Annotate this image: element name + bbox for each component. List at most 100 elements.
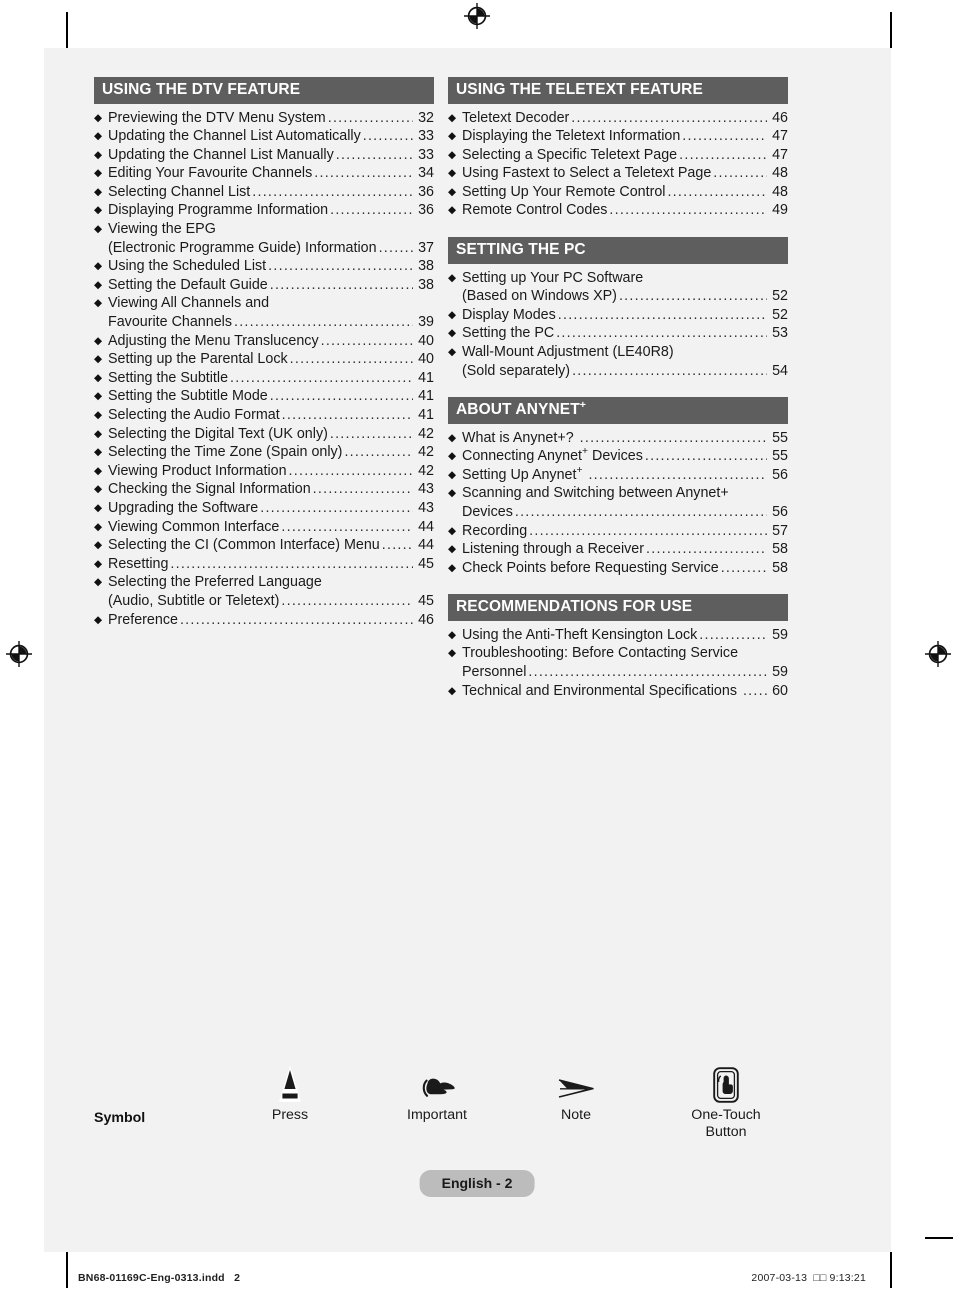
toc-entry-body: Teletext Decoder........................…: [462, 109, 788, 128]
toc-entry[interactable]: ◆ Viewing All Channels and Favourite Chann…: [94, 294, 434, 331]
dot-leader: ........................................…: [571, 109, 767, 126]
toc-entry[interactable]: ◆ Updating the Channel List Manually.....…: [94, 146, 434, 165]
toc-entry[interactable]: ◆ Resetting..............................…: [94, 555, 434, 574]
toc-entry[interactable]: ◆ Teletext Decoder.......................…: [448, 109, 788, 128]
toc-entry-title: Display Modes: [462, 306, 556, 323]
toc-entry-body: Displaying Programme Information........…: [108, 201, 434, 220]
toc-entry-title: Setting the Subtitle Mode: [108, 388, 268, 405]
toc-entry-title: Connecting Anynet+ Devices: [462, 446, 643, 465]
toc-entry-title: Scanning and Switching between Anynet+: [462, 485, 729, 502]
toc-left-column: USING THE DTV FEATURE ◆ Previewing the DTV…: [94, 77, 434, 700]
toc-entry-page-number: 52: [772, 288, 788, 305]
arrow-note-icon: [528, 1062, 624, 1104]
toc-entry-body: Preference..............................…: [108, 611, 434, 630]
toc-entry[interactable]: ◆ Setting up Your PC Software (Based on Wi…: [448, 269, 788, 306]
toc-entry[interactable]: ◆ Viewing the EPG (Electronic Programme Gu…: [94, 220, 434, 257]
toc-entry[interactable]: ◆ Connecting Anynet+ Devices.............…: [448, 447, 788, 466]
toc-entry-body: Viewing Product Information.............…: [108, 462, 434, 481]
toc-entry[interactable]: ◆ Preference.............................…: [94, 611, 434, 630]
toc-entry-page-number: 49: [772, 202, 788, 219]
toc-entry-page-number: 54: [772, 362, 788, 379]
toc-entry[interactable]: ◆ Previewing the DTV Menu System.........…: [94, 109, 434, 128]
toc-entry-last-line: Adjusting the Menu Translucency.........…: [108, 332, 434, 351]
toc-entry-page-number: 40: [418, 351, 434, 368]
toc-entry-page-number: 33: [418, 146, 434, 163]
toc-entry[interactable]: ◆ Selecting the Preferred Language (Audio,…: [94, 573, 434, 610]
toc-entry-title: Preference: [108, 611, 178, 628]
dot-leader: ........................................…: [289, 351, 413, 368]
toc-entry-page-number: 32: [418, 109, 434, 126]
toc-entry[interactable]: ◆ Selecting Channel List.................…: [94, 183, 434, 202]
dot-leader: ........................................…: [179, 611, 413, 628]
toc-entry-body: Setting the Subtitle....................…: [108, 369, 434, 388]
legend-item-one-touch-button: One-Touch Button: [664, 1062, 788, 1141]
toc-entry-title: Setting up Your PC Software: [462, 269, 644, 286]
toc-entry[interactable]: ◆ Setting up the Parental Lock...........…: [94, 350, 434, 369]
toc-entry[interactable]: ◆ Setting Up Your Remote Control.........…: [448, 183, 788, 202]
toc-entry[interactable]: ◆ Displaying the Teletext Information....…: [448, 127, 788, 146]
diamond-bullet-icon: ◆: [448, 684, 457, 697]
toc-entry[interactable]: ◆ Selecting the Time Zone (Spain only)...…: [94, 443, 434, 462]
toc-entry[interactable]: ◆ Using Fastext to Select a Teletext Page…: [448, 164, 788, 183]
toc-entry[interactable]: ◆ Using the Anti-Theft Kensington Lock...…: [448, 626, 788, 645]
toc-entry-last-line: Setting the Subtitle....................…: [108, 369, 434, 388]
toc-entry[interactable]: ◆ Displaying Programme Information.......…: [94, 201, 434, 220]
toc-entry-last-line: Using Fastext to Select a Teletext Page.…: [462, 164, 788, 183]
legend-label-important: Important: [407, 1107, 467, 1123]
toc-entry[interactable]: ◆ Scanning and Switching between Anynet+ D…: [448, 484, 788, 521]
toc-section-items: ◆ Previewing the DTV Menu System.........…: [94, 104, 434, 630]
toc-entry-page-number: 43: [418, 481, 434, 498]
dot-leader: ........................................…: [529, 522, 767, 539]
toc-entry[interactable]: ◆ Upgrading the Software.................…: [94, 499, 434, 518]
crop-mark-bottom-left: [66, 1252, 68, 1288]
symbol-legend: Symbol Press Important Note One-Touch Bu…: [94, 1062, 788, 1152]
toc-entry-body: Updating the Channel List Manually......…: [108, 146, 434, 165]
toc-entry[interactable]: ◆ Setting the Subtitle Mode..............…: [94, 387, 434, 406]
diamond-bullet-icon: ◆: [448, 524, 457, 537]
toc-entry[interactable]: ◆ Selecting a Specific Teletext Page.....…: [448, 146, 788, 165]
press-triangle-icon: [242, 1062, 338, 1104]
prepress-filename: BN68-01169C-Eng-0313.indd 2: [78, 1272, 241, 1284]
toc-entry[interactable]: ◆ Remote Control Codes...................…: [448, 201, 788, 220]
toc-entry[interactable]: ◆ Viewing Product Information............…: [94, 462, 434, 481]
toc-entry[interactable]: ◆ Editing Your Favourite Channels........…: [94, 164, 434, 183]
toc-entry-page-number: 60: [772, 682, 788, 699]
toc-entry[interactable]: ◆ Listening through a Receiver...........…: [448, 540, 788, 559]
toc-entry[interactable]: ◆ Viewing Common Interface...............…: [94, 518, 434, 537]
toc-entry[interactable]: ◆ Wall-Mount Adjustment (LE40R8) (Sold sep…: [448, 343, 788, 380]
toc-entry-page-number: 57: [772, 522, 788, 539]
toc-entry-last-line: Teletext Decoder........................…: [462, 109, 788, 128]
toc-entry-line: Setting up Your PC Software: [462, 269, 788, 288]
toc-entry[interactable]: ◆ Setting the PC.........................…: [448, 324, 788, 343]
diamond-bullet-icon: ◆: [448, 308, 457, 321]
toc-entry-body: Setting the Default Guide...............…: [108, 276, 434, 295]
toc-entry[interactable]: ◆ Selecting the CI (Common Interface) Men…: [94, 536, 434, 555]
toc-entry[interactable]: ◆ What is Anynet+? ......................…: [448, 429, 788, 448]
toc-entry[interactable]: ◆ Check Points before Requesting Service.…: [448, 559, 788, 578]
diamond-bullet-icon: ◆: [94, 278, 103, 291]
toc-entry[interactable]: ◆ Updating the Channel List Automatically…: [94, 127, 434, 146]
diamond-bullet-icon: ◆: [94, 334, 103, 347]
toc-entry[interactable]: ◆ Selecting the Audio Format.............…: [94, 406, 434, 425]
toc-entry[interactable]: ◆ Recording..............................…: [448, 522, 788, 541]
toc-entry[interactable]: ◆ Checking the Signal Information........…: [94, 480, 434, 499]
toc-entry[interactable]: ◆ Display Modes..........................…: [448, 306, 788, 325]
toc-entry-last-line: Upgrading the Software..................…: [108, 499, 434, 518]
dot-leader: ........................................…: [288, 462, 413, 479]
toc-entry[interactable]: ◆ Troubleshooting: Before Contacting Serv…: [448, 644, 788, 681]
diamond-bullet-icon: ◆: [94, 501, 103, 514]
registration-mark-top: [464, 3, 490, 29]
toc-entry-body: Using Fastext to Select a Teletext Page.…: [462, 164, 788, 183]
toc-entry[interactable]: ◆ Setting Up Anynet+ ....................…: [448, 465, 788, 485]
toc-entry-page-number: 33: [418, 128, 434, 145]
toc-entry[interactable]: ◆ Setting the Subtitle...................…: [94, 369, 434, 388]
toc-entry[interactable]: ◆ Technical and Environmental Specificati…: [448, 682, 788, 701]
diamond-bullet-icon: ◆: [94, 520, 103, 533]
toc-entry[interactable]: ◆ Using the Scheduled List...............…: [94, 257, 434, 276]
dot-leader: ........................................…: [556, 325, 767, 342]
diamond-bullet-icon: ◆: [94, 130, 103, 143]
dot-leader: ........................................…: [230, 369, 413, 386]
toc-entry[interactable]: ◆ Selecting the Digital Text (UK only)...…: [94, 425, 434, 444]
toc-entry[interactable]: ◆ Setting the Default Guide..............…: [94, 276, 434, 295]
toc-entry[interactable]: ◆ Adjusting the Menu Translucency........…: [94, 332, 434, 351]
